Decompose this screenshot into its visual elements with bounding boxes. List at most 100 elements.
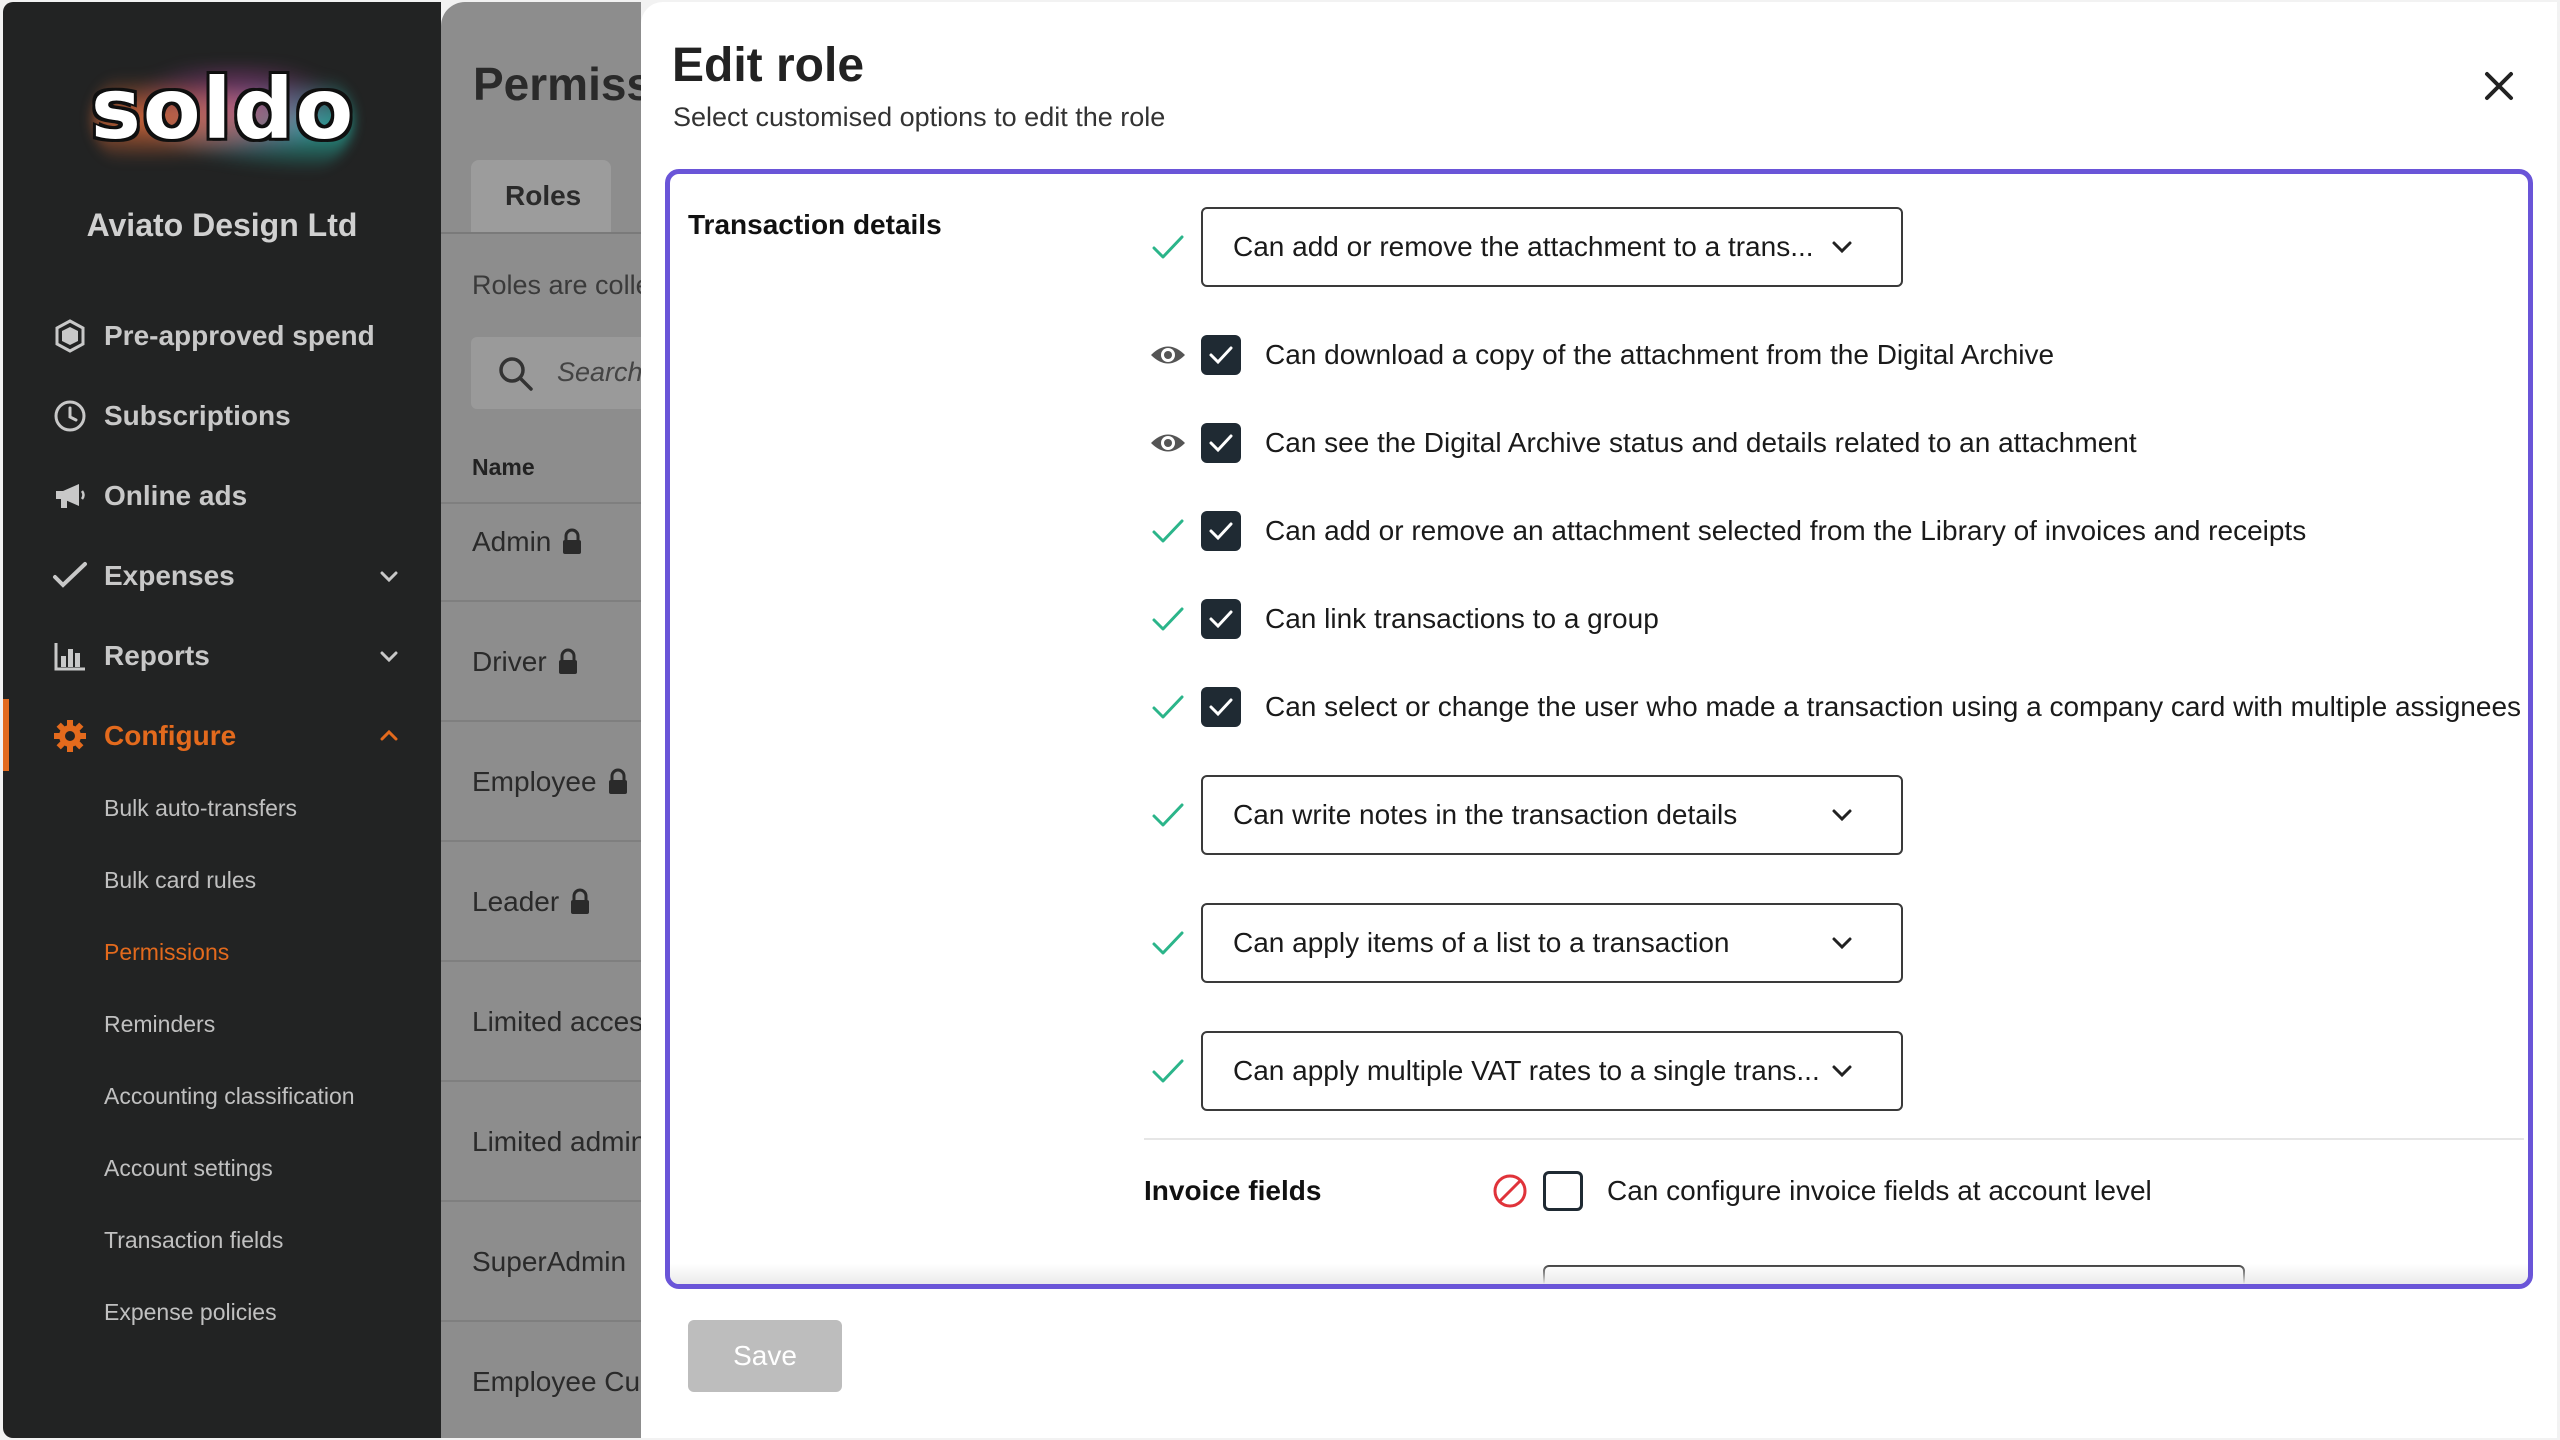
- nav-label: Configure: [104, 720, 237, 751]
- page-title: Permissions: [473, 58, 641, 110]
- checkmark-icon: [1209, 522, 1233, 541]
- chevron-up-icon: [380, 729, 398, 741]
- subnav-bulk-card-rules[interactable]: Bulk card rules: [104, 867, 256, 894]
- vat-rates-permission-select[interactable]: Can apply multiple VAT rates to a single…: [1201, 1031, 1903, 1111]
- search-input[interactable]: Search: [471, 337, 641, 409]
- checkmark-icon: [1209, 346, 1233, 365]
- row-name: Limited access: [472, 1006, 641, 1037]
- checkmark-icon: [1209, 434, 1233, 453]
- table-row[interactable]: Limited admin: [441, 1080, 641, 1200]
- subnav-reminders[interactable]: Reminders: [104, 1011, 215, 1038]
- section-title: Transaction details: [688, 209, 942, 240]
- checkmark-icon: [1209, 610, 1233, 629]
- scroll-fade: [670, 1264, 2528, 1284]
- table-row[interactable]: SuperAdmin: [441, 1200, 641, 1320]
- nav-label: Online ads: [104, 480, 248, 511]
- notes-permission-select[interactable]: Can write notes in the transaction detai…: [1201, 775, 1903, 855]
- chevron-down-icon: [1832, 1065, 1852, 1078]
- library-attachment-checkbox[interactable]: [1201, 511, 1241, 551]
- nav-label: Reports: [104, 640, 210, 671]
- eye-icon: [1148, 335, 1188, 375]
- subnav-transaction-fields[interactable]: Transaction fields: [104, 1227, 283, 1254]
- subnav-bulk-auto-transfers[interactable]: Bulk auto-transfers: [104, 795, 297, 822]
- table-row[interactable]: Employee: [441, 720, 641, 840]
- download-attachment-checkbox[interactable]: [1201, 335, 1241, 375]
- checkbox-label: Can select or change the user who made a…: [1265, 691, 2522, 722]
- permissions-page-background: Permissions Roles Roles are collections …: [441, 2, 641, 1438]
- list-items-permission-select[interactable]: Can apply items of a list to a transacti…: [1201, 903, 1903, 983]
- link-transactions-checkbox[interactable]: [1201, 599, 1241, 639]
- company-name: Aviato Design Ltd: [86, 207, 358, 243]
- row-name: Admin: [472, 526, 552, 557]
- check-icon: [1148, 795, 1188, 835]
- nav-configure[interactable]: Configure: [3, 704, 441, 768]
- invoice-fields-checkbox[interactable]: [1543, 1171, 1583, 1211]
- chevron-down-icon: [380, 571, 398, 583]
- nav-online-ads[interactable]: Online ads: [3, 464, 441, 528]
- subnav-permissions[interactable]: Permissions: [104, 939, 229, 966]
- tab-divider: [441, 232, 641, 234]
- checkbox-label: Can see the Digital Archive status and d…: [1265, 427, 2137, 458]
- select-value: Can write notes in the transaction detai…: [1233, 799, 1738, 830]
- tab-label: Roles: [505, 180, 582, 211]
- nav-subscriptions[interactable]: Subscriptions: [3, 384, 441, 448]
- soldo-logo[interactable]: soldo: [63, 52, 383, 182]
- table-row[interactable]: Leader: [441, 840, 641, 960]
- table-row[interactable]: Driver: [441, 600, 641, 720]
- bar-chart-icon: [51, 637, 89, 675]
- table-row[interactable]: Employee Custom: [441, 1320, 641, 1438]
- megaphone-icon: [51, 477, 89, 515]
- gear-icon: [51, 717, 89, 755]
- nav-expenses[interactable]: Expenses: [3, 544, 441, 608]
- change-card-user-checkbox[interactable]: [1201, 687, 1241, 727]
- close-icon[interactable]: [2479, 66, 2519, 106]
- row-name: Leader: [472, 886, 560, 917]
- checkbox-label: Can configure invoice fields at account …: [1607, 1175, 2152, 1206]
- checkbox-label: Can add or remove an attachment selected…: [1265, 515, 2307, 546]
- check-icon: [1148, 511, 1188, 551]
- search-placeholder: Search: [557, 357, 641, 387]
- row-name: Limited admin: [472, 1126, 641, 1157]
- search-icon: [499, 357, 533, 391]
- subnav-expense-policies[interactable]: Expense policies: [104, 1299, 277, 1326]
- chevron-down-icon: [1832, 809, 1852, 822]
- eye-icon: [1148, 423, 1188, 463]
- checkbox-label: Can link transactions to a group: [1265, 603, 1659, 634]
- save-button[interactable]: Save: [688, 1320, 842, 1392]
- select-value: Can apply items of a list to a transacti…: [1233, 927, 1730, 958]
- hexagon-shield-icon: [51, 317, 89, 355]
- clock-icon: [51, 397, 89, 435]
- page-description: Roles are collections: [472, 270, 641, 300]
- lock-icon: [608, 768, 627, 794]
- transaction-details-panel: Transaction details Can add or remove th…: [665, 169, 2533, 1289]
- lock-icon: [563, 528, 582, 554]
- subnav-accounting-classification[interactable]: Accounting classification: [104, 1083, 355, 1110]
- row-name: SuperAdmin: [472, 1246, 627, 1277]
- dialog-title: Edit role: [672, 39, 865, 92]
- tab-roles[interactable]: Roles: [471, 160, 611, 232]
- subnav-account-settings[interactable]: Account settings: [104, 1155, 273, 1182]
- row-name: Driver: [472, 646, 547, 677]
- select-value: Can apply multiple VAT rates to a single…: [1233, 1055, 1820, 1086]
- check-icon: [1148, 923, 1188, 963]
- digital-archive-status-checkbox[interactable]: [1201, 423, 1241, 463]
- logo-text: soldo: [90, 60, 356, 158]
- blocked-icon: [1490, 1171, 1530, 1211]
- checkmark-icon: [1209, 698, 1233, 717]
- nav-pre-approved-spend[interactable]: Pre-approved spend: [3, 304, 441, 368]
- table-row[interactable]: Limited access: [441, 960, 641, 1080]
- chevron-down-icon: [1832, 241, 1852, 254]
- invoice-fields-title: Invoice fields: [1144, 1175, 1322, 1206]
- chevron-down-icon: [380, 651, 398, 663]
- check-icon: [1148, 599, 1188, 639]
- nav-reports[interactable]: Reports: [3, 624, 441, 688]
- select-value: Can add or remove the attachment to a tr…: [1233, 231, 1814, 262]
- check-icon: [1148, 1051, 1188, 1091]
- nav-label: Expenses: [104, 560, 235, 591]
- nav-label: Pre-approved spend: [104, 320, 375, 351]
- section-divider: [1144, 1138, 2524, 1140]
- lock-icon: [571, 888, 590, 914]
- attachment-permission-select[interactable]: Can add or remove the attachment to a tr…: [1201, 207, 1903, 287]
- edit-role-dialog: Edit role Select customised options to e…: [641, 2, 2557, 1438]
- nav-label: Subscriptions: [104, 400, 291, 431]
